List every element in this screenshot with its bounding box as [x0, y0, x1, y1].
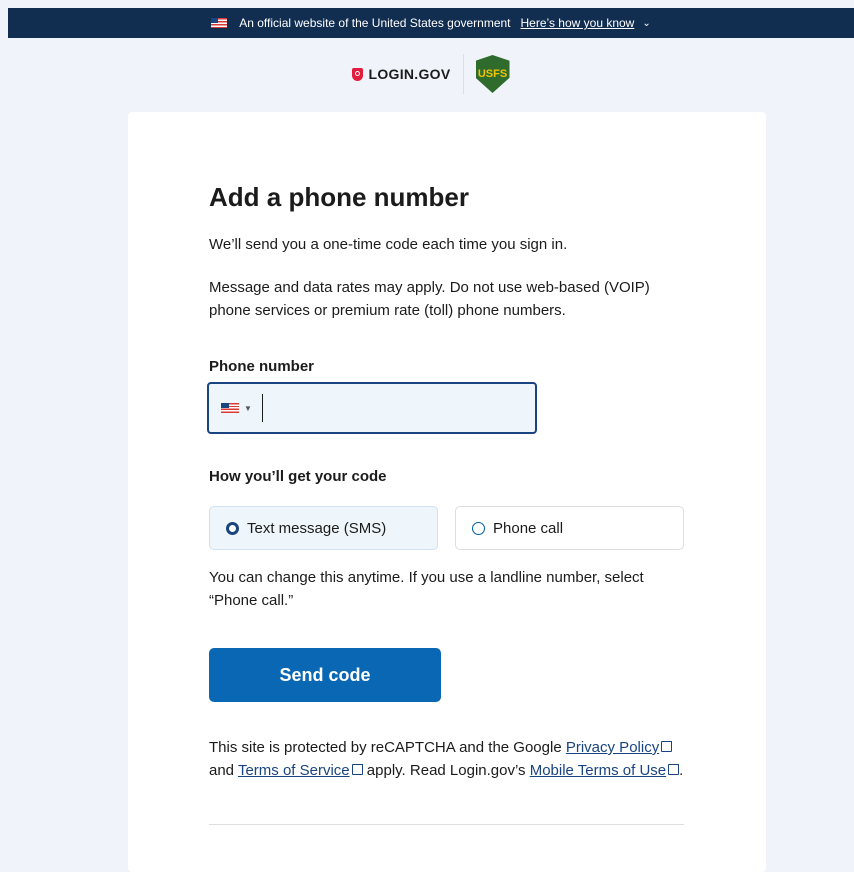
privacy-policy-link-text[interactable]: Privacy Policy [566, 739, 659, 756]
page-title: Add a phone number [209, 182, 469, 212]
caret-down-icon[interactable]: ▼ [244, 404, 252, 413]
external-link-icon [668, 764, 680, 775]
option-phone-call[interactable]: Phone call [455, 506, 684, 550]
option-text-message[interactable]: Text message (SMS) [209, 506, 438, 550]
external-link-icon [351, 764, 363, 775]
rates-note: Message and data rates may apply. Do not… [209, 279, 650, 319]
usfs-logo-text: USFS [477, 68, 508, 80]
radio-selected-icon[interactable] [226, 521, 239, 535]
external-link-icon [661, 741, 673, 752]
privacy-policy-link[interactable]: Privacy Policy [566, 739, 659, 756]
recaptcha-text-3: apply. Read Login.gov’s [362, 762, 530, 779]
recaptcha-text-4: . [679, 762, 684, 779]
us-flag-icon[interactable] [221, 403, 239, 413]
recaptcha-text-1: This site is protected by reCAPTCHA and … [209, 739, 566, 756]
us-flag-icon [211, 18, 228, 28]
heres-how-you-know-link[interactable]: Here’s how you know [521, 16, 635, 30]
mobile-terms-link-text[interactable]: Mobile Terms of Use [530, 762, 666, 779]
shield-icon [352, 67, 364, 81]
phone-number-label: Phone number [209, 358, 315, 375]
option-phone-call-label: Phone call [493, 519, 564, 537]
phone-number-field[interactable]: ▼ [207, 382, 537, 434]
delivery-method-label: How you’ll get your code [209, 468, 387, 485]
recaptcha-text-2: and [209, 762, 238, 779]
logo-row: LOGIN.GOV USFS [8, 38, 854, 110]
send-code-button[interactable]: Send code [209, 648, 441, 702]
section-divider [209, 824, 684, 825]
chevron-down-icon[interactable]: ⌄ [642, 18, 650, 29]
terms-of-service-link-text[interactable]: Terms of Service [238, 762, 350, 779]
terms-of-service-link[interactable]: Terms of Service [238, 762, 350, 779]
main-card: Add a phone number We’ll send you a one-… [128, 112, 766, 872]
delivery-help-text: You can change this anytime. If you use … [209, 569, 644, 609]
phone-number-input[interactable] [261, 394, 501, 422]
mobile-terms-link[interactable]: Mobile Terms of Use [530, 762, 666, 779]
intro-text: We’ll send you a one-time code each time… [209, 236, 568, 253]
usfs-shield-logo: USFS [475, 55, 510, 93]
gov-banner-text: An official website of the United States… [239, 16, 511, 30]
login-gov-logo: LOGIN.GOV [352, 66, 450, 82]
login-gov-logo-text: LOGIN.GOV [368, 66, 451, 82]
radio-unselected-icon[interactable] [472, 521, 485, 535]
gov-banner: An official website of the United States… [8, 8, 854, 38]
recaptcha-notice: This site is protected by reCAPTCHA and … [209, 736, 687, 782]
logo-divider [462, 54, 464, 94]
option-text-message-label: Text message (SMS) [247, 519, 387, 537]
